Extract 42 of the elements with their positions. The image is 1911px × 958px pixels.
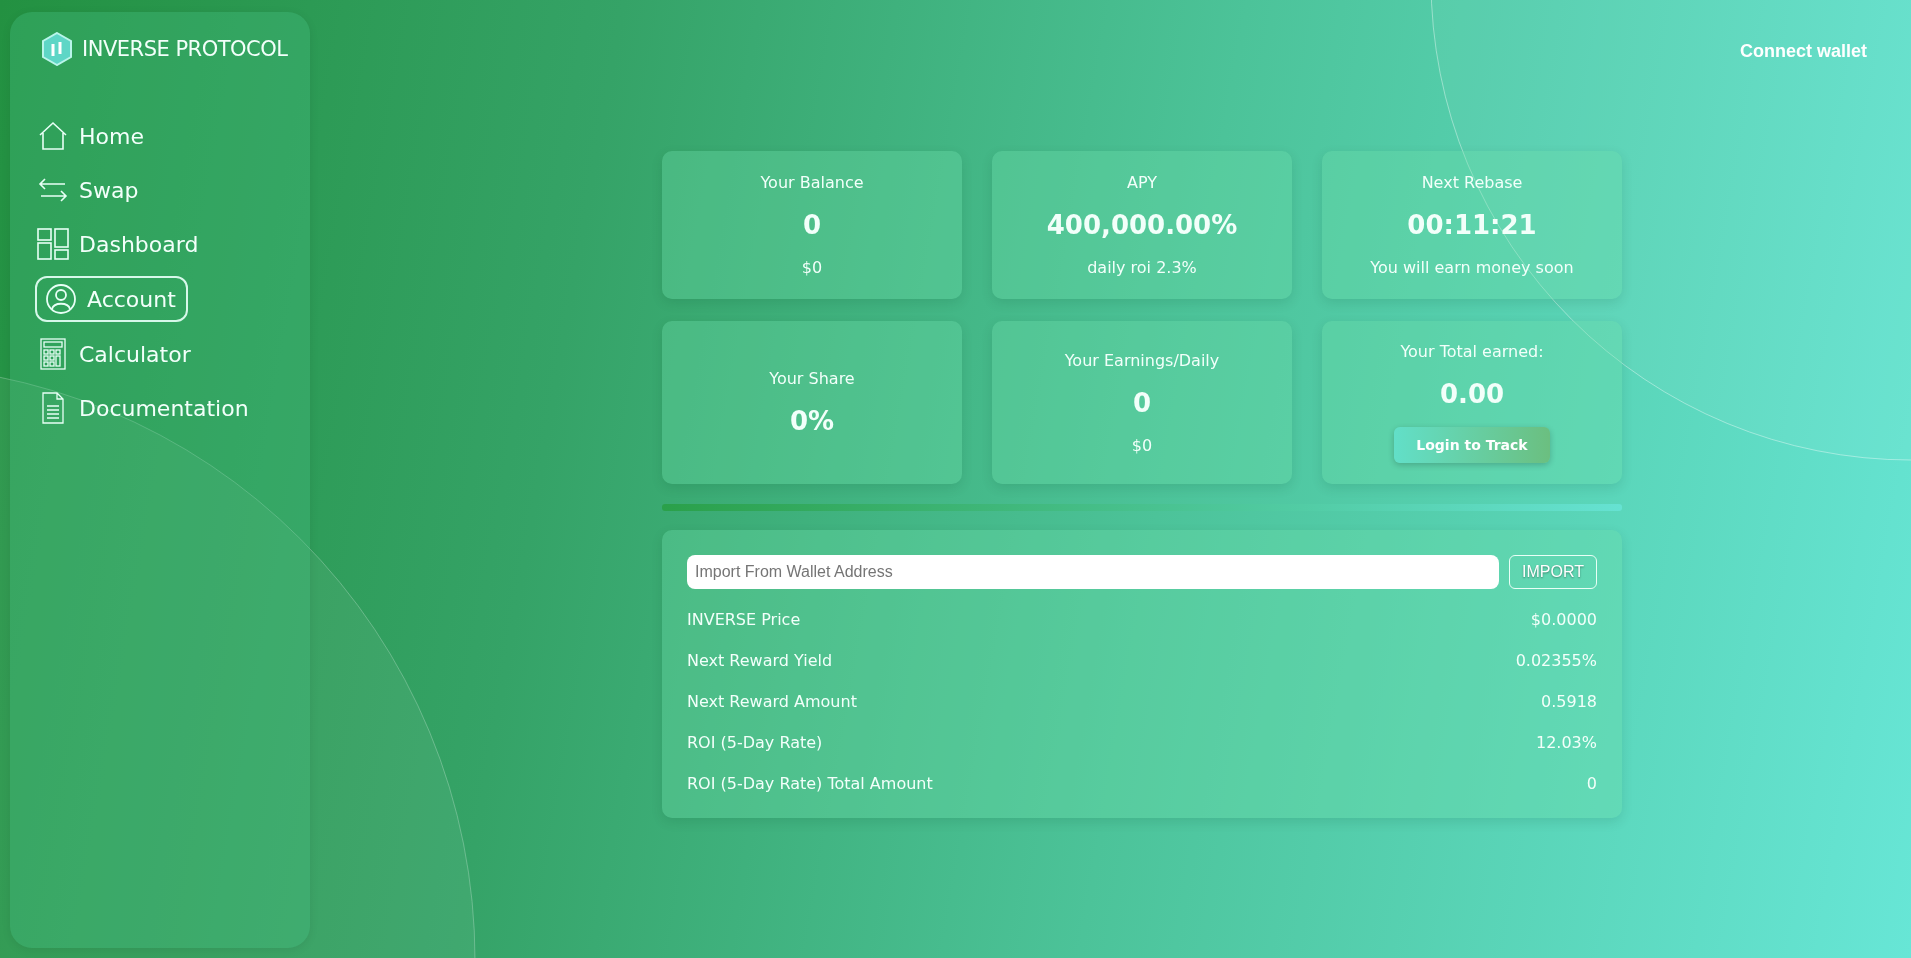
card-label: Your Balance xyxy=(760,173,864,192)
login-to-track-button[interactable]: Login to Track xyxy=(1394,427,1550,463)
stat-label: ROI (5-Day Rate) Total Amount xyxy=(687,774,933,793)
card-label: APY xyxy=(1127,173,1157,192)
stat-label: Next Reward Yield xyxy=(687,651,833,670)
card-value: 400,000.00% xyxy=(1046,210,1238,240)
card-subtext: daily roi 2.3% xyxy=(1087,258,1197,277)
card-label: Your Share xyxy=(769,369,855,388)
nav-item[interactable]: Calculator xyxy=(35,332,193,376)
calculator-icon xyxy=(37,338,69,370)
card-value: 0 xyxy=(1132,387,1152,418)
connect-wallet-button[interactable]: Connect wallet xyxy=(1733,40,1873,63)
nav-item[interactable]: Home xyxy=(35,114,146,158)
card-value: 0% xyxy=(789,406,835,436)
stat-value: 0.02355% xyxy=(1515,651,1597,670)
card-label: Your Total earned: xyxy=(1400,342,1544,361)
user-circle-icon xyxy=(45,283,77,315)
import-button[interactable]: IMPORT xyxy=(1509,555,1597,589)
stat-value: 0.5918 xyxy=(1541,692,1597,711)
nav-item[interactable]: Swap xyxy=(35,168,141,212)
card-label: Next Rebase xyxy=(1421,173,1523,192)
stat-label: INVERSE Price xyxy=(687,610,801,629)
stat-value: 0 xyxy=(1586,774,1597,793)
stat-label: Next Reward Amount xyxy=(687,692,857,711)
nav-item[interactable]: Documentation xyxy=(35,386,251,430)
dashboard-icon xyxy=(37,228,69,260)
card-subtext: You will earn money soon xyxy=(1370,258,1574,277)
stat-label: ROI (5-Day Rate) xyxy=(687,733,823,752)
nav-item[interactable]: Dashboard xyxy=(35,222,201,266)
wallet-address-input[interactable]: Import From Wallet Address xyxy=(687,555,1500,589)
card-value: 0.00 xyxy=(1439,379,1505,409)
stat-value: $0.0000 xyxy=(1530,610,1597,629)
card-value: 0 xyxy=(802,210,822,240)
card-subtext: $0 xyxy=(1131,435,1153,455)
card-subtext: $0 xyxy=(801,258,823,277)
house-icon xyxy=(37,120,69,152)
card-value: 00:11:21 xyxy=(1407,210,1537,240)
brand-name: INVERSE PROTOCOL xyxy=(82,37,288,61)
card-label: Your Earnings/Daily xyxy=(1064,350,1220,370)
nav-item[interactable]: Account xyxy=(35,276,188,322)
hexagon-logo-icon xyxy=(42,32,72,66)
stat-value: 12.03% xyxy=(1536,733,1597,752)
